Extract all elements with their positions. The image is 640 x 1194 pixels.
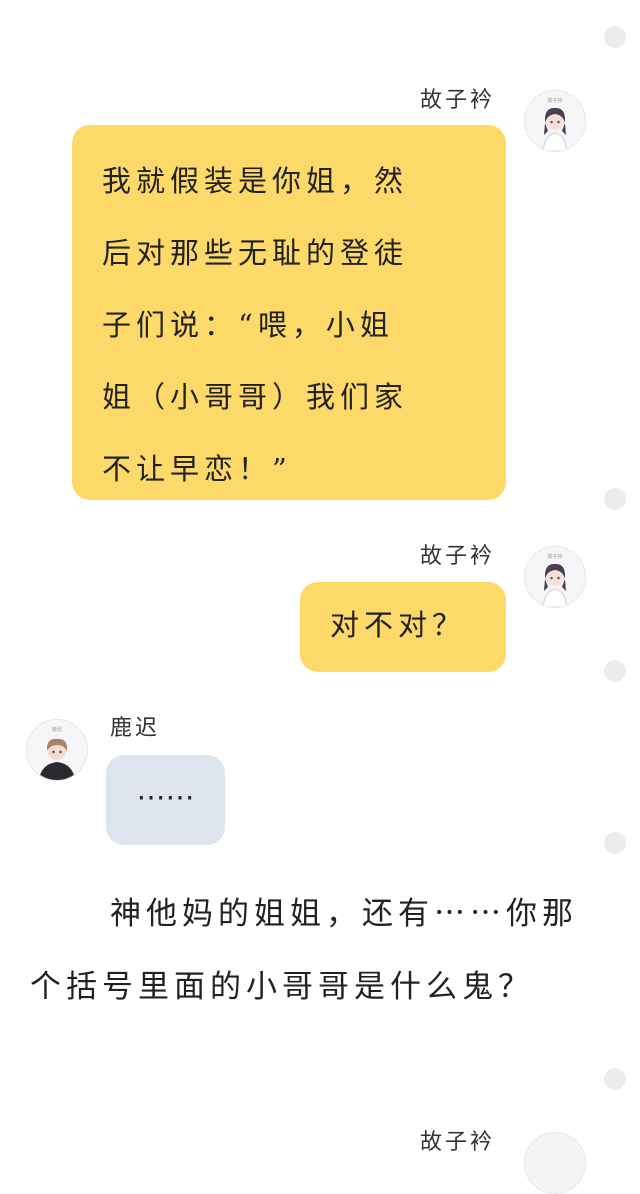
scroll-dot [604, 832, 626, 854]
message-bubble[interactable]: 对不对？ [300, 582, 506, 672]
anime-girl-avatar-icon[interactable]: 故子衿 [524, 546, 586, 608]
narration-text: 神他妈的姐姐，还有⋯⋯你那个括号里面的小哥哥是什么鬼？ [30, 896, 578, 1005]
scroll-dot [604, 488, 626, 510]
anime-girl-avatar-icon[interactable] [524, 1132, 586, 1194]
message-text: ⋯⋯ [136, 780, 195, 814]
svg-text:故子衿: 故子衿 [547, 97, 562, 104]
message-bubble[interactable]: 我就假装是你姐，然 后对那些无耻的登徒 子们说：“喂，小姐 姐（小哥哥）我们家 … [72, 125, 506, 500]
scroll-dot [604, 1068, 626, 1090]
message-text: 我就假装是你姐，然 后对那些无耻的登徒 子们说：“喂，小姐 姐（小哥哥）我们家 … [102, 164, 409, 486]
sender-name: 鹿迟 [110, 716, 161, 741]
sender-name: 故子衿 [420, 88, 496, 113]
message-text: 对不对？ [330, 608, 467, 642]
scroll-dot [604, 26, 626, 48]
svg-text:故子衿: 故子衿 [547, 553, 562, 560]
sender-name: 故子衿 [420, 1130, 496, 1155]
anime-girl-avatar-icon[interactable]: 故子衿 [524, 90, 586, 152]
sender-name: 故子衿 [420, 544, 496, 569]
svg-text:鹿迟: 鹿迟 [52, 726, 62, 733]
message-bubble[interactable]: ⋯⋯ [106, 755, 225, 845]
anime-boy-avatar-icon[interactable]: 鹿迟 [26, 719, 88, 781]
scroll-dot [604, 660, 626, 682]
